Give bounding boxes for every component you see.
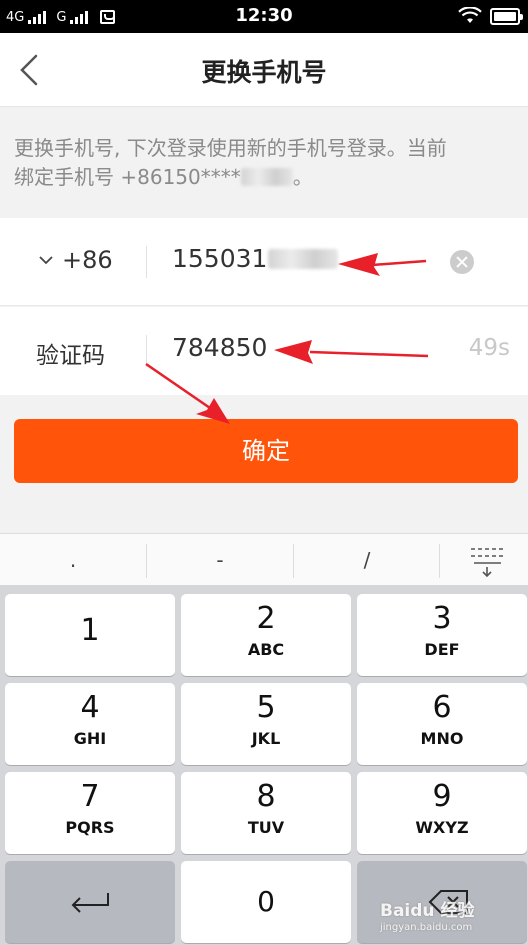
key-letters: TUV [247, 818, 285, 837]
keyboard-hide-icon [471, 548, 504, 578]
divider [146, 335, 147, 367]
clear-input-icon[interactable] [450, 250, 474, 274]
nav-header: 更换手机号 [0, 33, 528, 107]
hide-keyboard-button[interactable] [440, 534, 528, 586]
confirm-button[interactable]: 确定 [14, 419, 518, 483]
watermark-url: jingyan.baidu.com [380, 922, 473, 933]
status-icons [458, 7, 523, 25]
numeric-keyboard: 1 2 ABC 3 DEF 4 GHI 5 JKL 6 MNO 7 PQRS 8 TUV 9 W… [0, 585, 528, 945]
verification-code-label: 验证码 [36, 343, 105, 369]
phone-row: +86 155031 [0, 218, 528, 306]
redacted-digits [268, 248, 339, 269]
key-letters: GHI [73, 729, 107, 748]
enter-icon [71, 893, 109, 913]
watermark: Baidu 经验 jingyan.baidu.com [380, 896, 474, 933]
key-letters: WXYZ [415, 818, 469, 837]
key-digit: 6 [432, 690, 452, 725]
key-1[interactable]: 1 [5, 594, 175, 676]
key-9[interactable]: 9 WXYZ [357, 772, 527, 854]
status-bar: 4G G 12:30 [0, 0, 528, 33]
key-digit: 1 [80, 613, 100, 648]
clock: 12:30 [235, 5, 293, 26]
key-0[interactable]: 0 [181, 861, 351, 943]
redacted-digits [240, 168, 293, 186]
key-letters: PQRS [65, 818, 115, 837]
key-6[interactable]: 6 MNO [357, 683, 527, 765]
key-digit: 4 [80, 690, 100, 725]
verification-code-input[interactable]: 784850 [172, 333, 267, 362]
wifi-icon [458, 7, 482, 23]
key-letters: MNO [420, 729, 464, 748]
info-line-2: 绑定手机号 +86150**** 。 [14, 163, 514, 192]
key-digit: 8 [256, 779, 276, 814]
key-5[interactable]: 5 JKL [181, 683, 351, 765]
phone-value: 155031 [172, 244, 268, 273]
info-line-end: 。 [292, 165, 313, 189]
chevron-down-icon [39, 256, 53, 265]
phone-input[interactable]: 155031 [172, 244, 339, 273]
divider [146, 246, 147, 278]
key-digit: 5 [256, 690, 276, 725]
key-letters: JKL [251, 729, 281, 748]
key-4[interactable]: 4 GHI [5, 683, 175, 765]
country-code-selector[interactable]: +86 [38, 246, 113, 274]
key-2[interactable]: 2 ABC [181, 594, 351, 676]
key-digit: 3 [432, 601, 452, 636]
current-phone-text: 绑定手机号 +86150**** [14, 165, 241, 189]
key-digit: 9 [432, 779, 452, 814]
verification-row: 验证码 784850 49s [0, 307, 528, 395]
key-8[interactable]: 8 TUV [181, 772, 351, 854]
enter-key[interactable] [5, 861, 175, 943]
symbol-key-dot[interactable]: . [0, 534, 146, 586]
resend-countdown: 49s [468, 335, 510, 361]
key-digit: 0 [257, 885, 275, 918]
battery-icon [490, 7, 523, 25]
info-text: 更换手机号, 下次登录使用新的手机号登录。当前 绑定手机号 +86150****… [0, 108, 528, 216]
key-7[interactable]: 7 PQRS [5, 772, 175, 854]
info-line-1: 更换手机号, 下次登录使用新的手机号登录。当前 [14, 136, 447, 160]
page-title: 更换手机号 [201, 58, 327, 87]
country-code: +86 [62, 246, 113, 274]
key-letters: ABC [247, 640, 285, 659]
symbol-key-dash[interactable]: - [147, 534, 293, 586]
key-digit: 2 [256, 601, 276, 636]
key-digit: 7 [80, 779, 100, 814]
symbol-key-slash[interactable]: / [294, 534, 440, 586]
key-letters: DEF [424, 640, 460, 659]
keyboard-symbol-bar: . - / [0, 533, 528, 585]
watermark-brand: Baidu 经验 [380, 901, 475, 921]
key-3[interactable]: 3 DEF [357, 594, 527, 676]
